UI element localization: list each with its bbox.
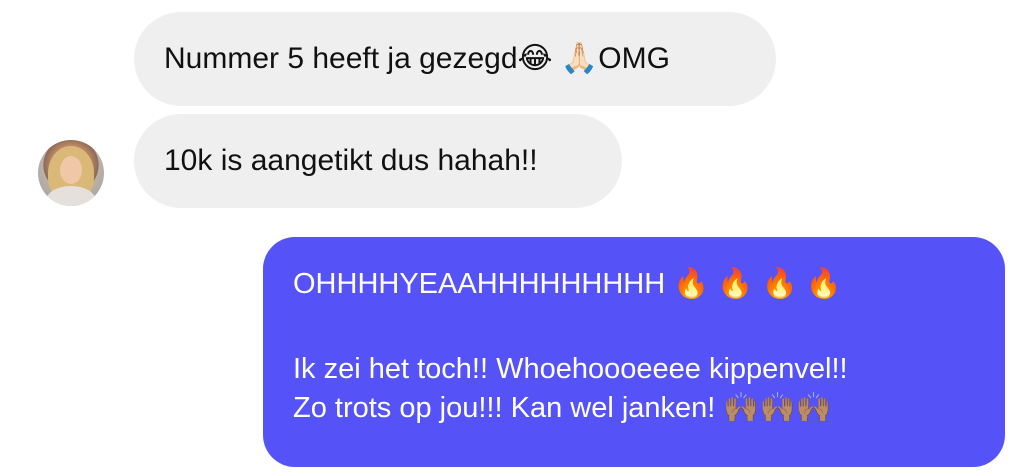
incoming-message-bubble[interactable]: Nummer 5 heeft ja gezegd😂 🙏🏻OMG (134, 12, 776, 106)
message-line: OHHHHYEAAHHHHHHHHH 🔥 🔥 🔥 🔥 (293, 268, 842, 300)
message-line: Ik zei het toch!! Whoehoooeeee kippenvel… (293, 353, 848, 385)
avatar[interactable] (38, 140, 104, 206)
message-line: Zo trots op jou!!! Kan wel janken! 🙌🏽🙌🏽🙌… (293, 392, 832, 424)
outgoing-message-bubble[interactable]: OHHHHYEAAHHHHHHHHH 🔥 🔥 🔥 🔥 Ik zei het to… (263, 237, 1005, 467)
message-text: 10k is aangetikt dus hahah!! (164, 144, 538, 177)
message-text: Nummer 5 heeft ja gezegd😂 🙏🏻OMG (164, 42, 670, 75)
chat-thread: Nummer 5 heeft ja gezegd😂 🙏🏻OMG 10k is a… (0, 0, 1024, 476)
incoming-message-bubble[interactable]: 10k is aangetikt dus hahah!! (134, 114, 622, 208)
